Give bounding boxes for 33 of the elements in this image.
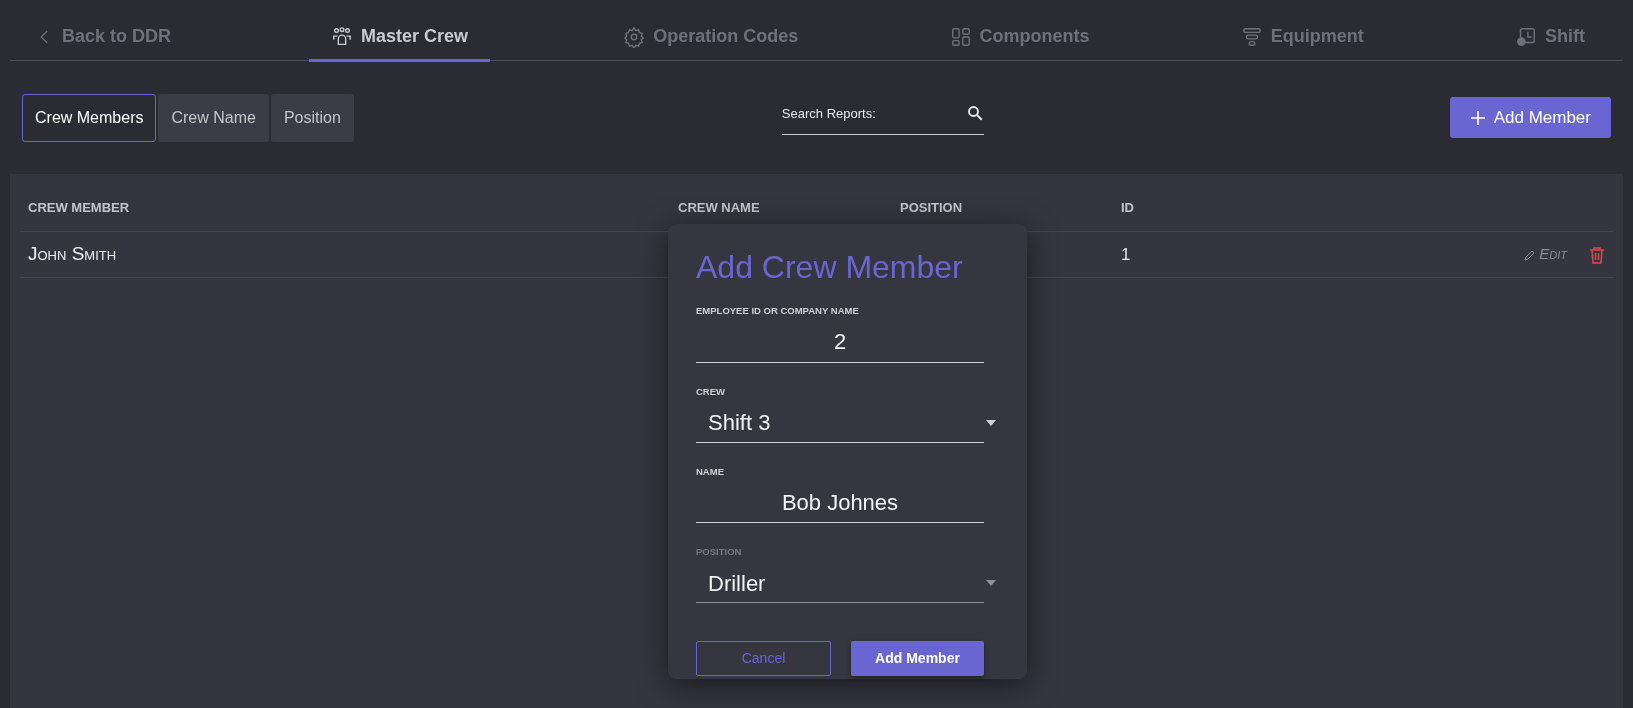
column-header: POSITION bbox=[900, 198, 964, 217]
gear-icon bbox=[623, 25, 646, 48]
table-cell-text: John Smith bbox=[28, 242, 118, 267]
column-header: CREW MEMBER bbox=[28, 198, 131, 217]
input-field[interactable]: Bob Johnes bbox=[696, 483, 984, 524]
trash-icon[interactable] bbox=[1589, 245, 1605, 264]
filter-tab[interactable]: Position bbox=[270, 93, 354, 142]
table-cell-text: 1 bbox=[1121, 243, 1132, 266]
add-member-button[interactable]: Add Member bbox=[851, 641, 984, 677]
grid-icon bbox=[949, 25, 972, 48]
column-header: ID bbox=[1121, 198, 1135, 217]
people-icon bbox=[331, 25, 354, 48]
filter-tab[interactable]: Crew Members bbox=[22, 93, 157, 142]
nav-tab[interactable]: Master Crew bbox=[309, 14, 491, 62]
field-label: POSITION bbox=[696, 545, 743, 560]
dropdown-field[interactable]: Shift 3 bbox=[696, 402, 996, 443]
search-field[interactable]: Search Reports: bbox=[781, 100, 984, 135]
caret-icon bbox=[986, 419, 996, 426]
modal-title: Add Crew Member bbox=[696, 248, 964, 287]
plus-icon bbox=[1469, 109, 1486, 126]
add-member-button[interactable]: Add Member bbox=[1449, 96, 1611, 139]
schedule-icon bbox=[1515, 25, 1537, 48]
search-icon bbox=[965, 104, 984, 123]
caret-icon bbox=[986, 580, 996, 587]
field-label: NAME bbox=[696, 464, 725, 479]
column-header: CREW NAME bbox=[678, 198, 761, 217]
filter-tab[interactable]: Crew Name bbox=[158, 93, 269, 142]
stack-icon bbox=[1240, 25, 1263, 48]
field-label: EMPLOYEE ID OR COMPANY NAME bbox=[696, 304, 860, 319]
input-field[interactable]: 2 bbox=[696, 322, 984, 363]
pencil-icon bbox=[1524, 248, 1537, 261]
field-label: CREW bbox=[696, 384, 727, 399]
edit-link[interactable]: Edit bbox=[1518, 242, 1573, 267]
